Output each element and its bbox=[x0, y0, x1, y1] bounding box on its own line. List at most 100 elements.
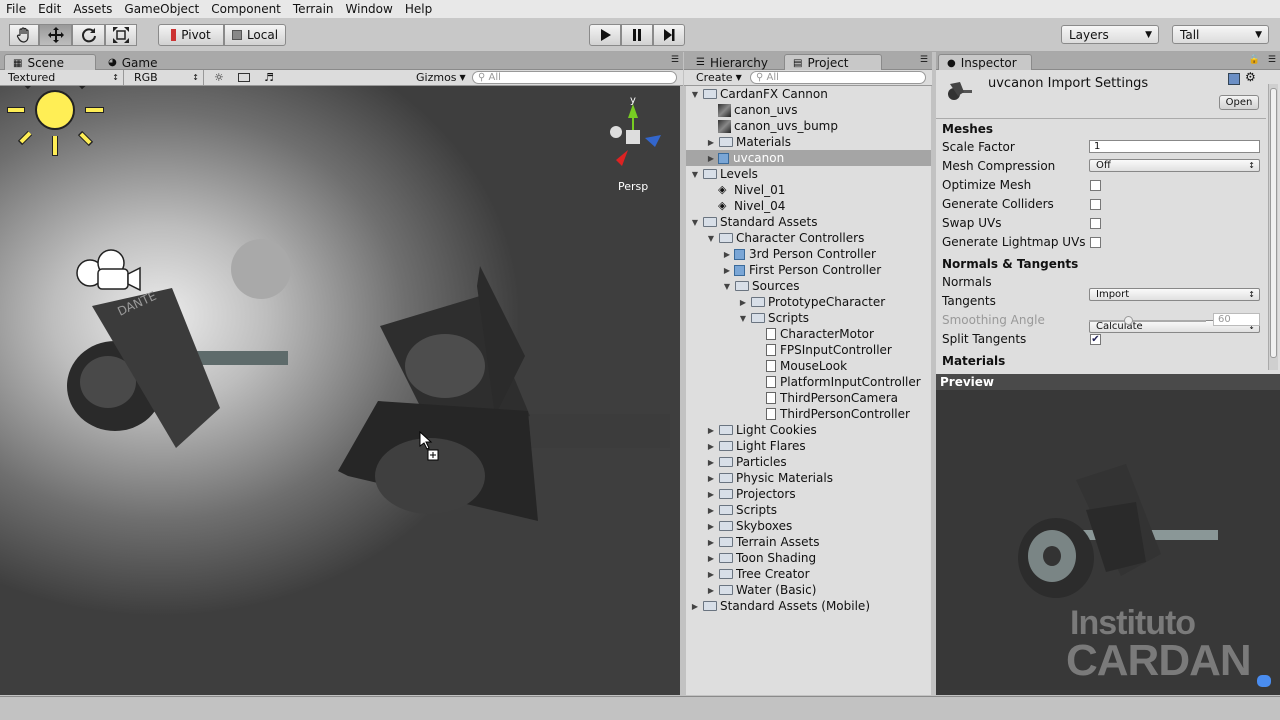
tree-item[interactable]: FPSInputController bbox=[686, 342, 931, 358]
expand-closed-icon[interactable]: ▶ bbox=[722, 266, 732, 275]
scale-tool-button[interactable] bbox=[105, 24, 137, 46]
menu-component[interactable]: Component bbox=[205, 2, 287, 16]
mesh-compression-dropdown[interactable]: Off bbox=[1089, 159, 1260, 172]
tree-item[interactable]: ▶ Projectors bbox=[686, 486, 931, 502]
tree-item[interactable]: ◈ Nivel_01 bbox=[686, 182, 931, 198]
project-search-input[interactable]: ⚲ All bbox=[750, 71, 926, 84]
local-toggle[interactable]: Local bbox=[224, 24, 286, 46]
expand-closed-icon[interactable]: ▶ bbox=[706, 426, 716, 435]
tree-item[interactable]: ▼ CardanFX Cannon bbox=[686, 86, 931, 102]
tab-game[interactable]: ◕ Game bbox=[100, 54, 180, 71]
slider-knob[interactable] bbox=[1123, 316, 1133, 325]
panel-menu-icon[interactable]: ☰ bbox=[920, 55, 928, 65]
tab-inspector[interactable]: ● Inspector bbox=[938, 54, 1032, 71]
tab-scene[interactable]: ▦ Scene bbox=[4, 54, 96, 71]
tree-item[interactable]: ▶ First Person Controller bbox=[686, 262, 931, 278]
menu-file[interactable]: File bbox=[0, 2, 32, 16]
tab-hierarchy[interactable]: ☰ Hierarchy bbox=[688, 54, 780, 71]
expand-closed-icon[interactable]: ▶ bbox=[706, 474, 716, 483]
tree-item[interactable]: ▶ uvcanon bbox=[686, 150, 931, 166]
tree-item[interactable]: ▶ Light Flares bbox=[686, 438, 931, 454]
expand-closed-icon[interactable]: ▶ bbox=[706, 458, 716, 467]
layout-dropdown[interactable]: Tall ▼ bbox=[1172, 25, 1269, 44]
tab-project[interactable]: ▤ Project bbox=[784, 54, 882, 71]
expand-closed-icon[interactable]: ▶ bbox=[706, 138, 716, 147]
tree-item[interactable]: ▶ PrototypeCharacter bbox=[686, 294, 931, 310]
expand-open-icon[interactable]: ▼ bbox=[722, 282, 732, 291]
tree-item[interactable]: ▶ Terrain Assets bbox=[686, 534, 931, 550]
tree-item[interactable]: ▼ Character Controllers bbox=[686, 230, 931, 246]
expand-closed-icon[interactable]: ▶ bbox=[690, 602, 700, 611]
expand-closed-icon[interactable]: ▶ bbox=[706, 586, 716, 595]
expand-closed-icon[interactable]: ▶ bbox=[706, 154, 716, 163]
panel-menu-icon[interactable]: ☰ bbox=[1268, 55, 1276, 65]
open-button[interactable]: Open bbox=[1219, 95, 1259, 110]
tree-item[interactable]: ▼ Standard Assets bbox=[686, 214, 931, 230]
gizmos-dropdown[interactable]: Gizmos ▼ bbox=[412, 70, 466, 85]
tree-item[interactable]: ▼ Sources bbox=[686, 278, 931, 294]
expand-open-icon[interactable]: ▼ bbox=[738, 314, 748, 323]
sphere-object[interactable] bbox=[231, 239, 291, 299]
expand-closed-icon[interactable]: ▶ bbox=[706, 490, 716, 499]
tree-item[interactable]: ▶ Standard Assets (Mobile) bbox=[686, 598, 931, 614]
menu-terrain[interactable]: Terrain bbox=[287, 2, 340, 16]
panel-menu-icon[interactable]: ☰ bbox=[671, 55, 679, 65]
menu-assets[interactable]: Assets bbox=[67, 2, 118, 16]
color-mode-dropdown[interactable]: RGB ↕ bbox=[130, 70, 204, 85]
expand-closed-icon[interactable]: ▶ bbox=[706, 506, 716, 515]
lightmap-uvs-checkbox[interactable] bbox=[1090, 237, 1101, 248]
optimize-mesh-checkbox[interactable] bbox=[1090, 180, 1101, 191]
create-dropdown[interactable]: Create ▼ bbox=[692, 70, 742, 85]
hand-tool-button[interactable] bbox=[9, 24, 39, 46]
tree-item[interactable]: ▼ Levels bbox=[686, 166, 931, 182]
expand-closed-icon[interactable]: ▶ bbox=[722, 250, 732, 259]
tree-item[interactable]: ▶ Particles bbox=[686, 454, 931, 470]
tree-item[interactable]: ThirdPersonCamera bbox=[686, 390, 931, 406]
swap-uvs-checkbox[interactable] bbox=[1090, 218, 1101, 229]
tree-item[interactable]: CharacterMotor bbox=[686, 326, 931, 342]
tree-item[interactable]: MouseLook bbox=[686, 358, 931, 374]
tree-item[interactable]: ▶ Light Cookies bbox=[686, 422, 931, 438]
scene-search-input[interactable]: ⚲ All bbox=[472, 71, 677, 84]
tree-item[interactable]: ▶ Water (Basic) bbox=[686, 582, 931, 598]
cannon-object-left[interactable]: DANTE bbox=[67, 288, 288, 448]
expand-closed-icon[interactable]: ▶ bbox=[706, 570, 716, 579]
scale-factor-field[interactable]: 1 bbox=[1089, 140, 1260, 153]
scrollbar-thumb[interactable] bbox=[1270, 88, 1277, 358]
expand-closed-icon[interactable]: ▶ bbox=[706, 442, 716, 451]
expand-open-icon[interactable]: ▼ bbox=[690, 90, 700, 99]
pivot-toggle[interactable]: Pivot bbox=[158, 24, 224, 46]
tree-item[interactable]: canon_uvs bbox=[686, 102, 931, 118]
lock-icon[interactable]: 🔒 bbox=[1249, 55, 1260, 65]
book-icon[interactable] bbox=[1228, 73, 1240, 85]
split-tangents-checkbox[interactable]: ✔ bbox=[1090, 334, 1101, 345]
menu-gameobject[interactable]: GameObject bbox=[118, 2, 205, 16]
tree-item[interactable]: ▶ Toon Shading bbox=[686, 550, 931, 566]
expand-open-icon[interactable]: ▼ bbox=[690, 218, 700, 227]
layers-dropdown[interactable]: Layers ▼ bbox=[1061, 25, 1159, 44]
rotate-tool-button[interactable] bbox=[72, 24, 105, 46]
expand-closed-icon[interactable]: ▶ bbox=[706, 522, 716, 531]
generate-colliders-checkbox[interactable] bbox=[1090, 199, 1101, 210]
render-mode-dropdown[interactable]: Textured ↕ bbox=[4, 70, 124, 85]
tree-item[interactable]: PlatformInputController bbox=[686, 374, 931, 390]
scene-view[interactable]: DANTE y Persp bbox=[0, 86, 680, 695]
expand-closed-icon[interactable]: ▶ bbox=[706, 538, 716, 547]
expand-closed-icon[interactable]: ▶ bbox=[706, 554, 716, 563]
preview-panel[interactable]: Preview Instituto CARDAN bbox=[936, 374, 1280, 695]
play-button[interactable] bbox=[589, 24, 621, 46]
preview-toggle-icon[interactable] bbox=[1257, 675, 1271, 687]
inspector-scrollbar[interactable] bbox=[1268, 84, 1278, 370]
tree-item[interactable]: ThirdPersonController bbox=[686, 406, 931, 422]
lighting-toggle[interactable]: ☼ bbox=[210, 70, 230, 85]
tree-item[interactable]: ▼ Scripts bbox=[686, 310, 931, 326]
tree-item[interactable]: canon_uvs_bump bbox=[686, 118, 931, 134]
menu-window[interactable]: Window bbox=[340, 2, 399, 16]
smoothing-angle-slider[interactable] bbox=[1089, 316, 1206, 325]
tree-item[interactable]: ▶ Tree Creator bbox=[686, 566, 931, 582]
pause-button[interactable] bbox=[621, 24, 653, 46]
tree-item[interactable]: ◈ Nivel_04 bbox=[686, 198, 931, 214]
axis-gizmo-icon[interactable] bbox=[610, 104, 661, 166]
expand-open-icon[interactable]: ▼ bbox=[690, 170, 700, 179]
smoothing-angle-field[interactable]: 60 bbox=[1213, 313, 1260, 326]
